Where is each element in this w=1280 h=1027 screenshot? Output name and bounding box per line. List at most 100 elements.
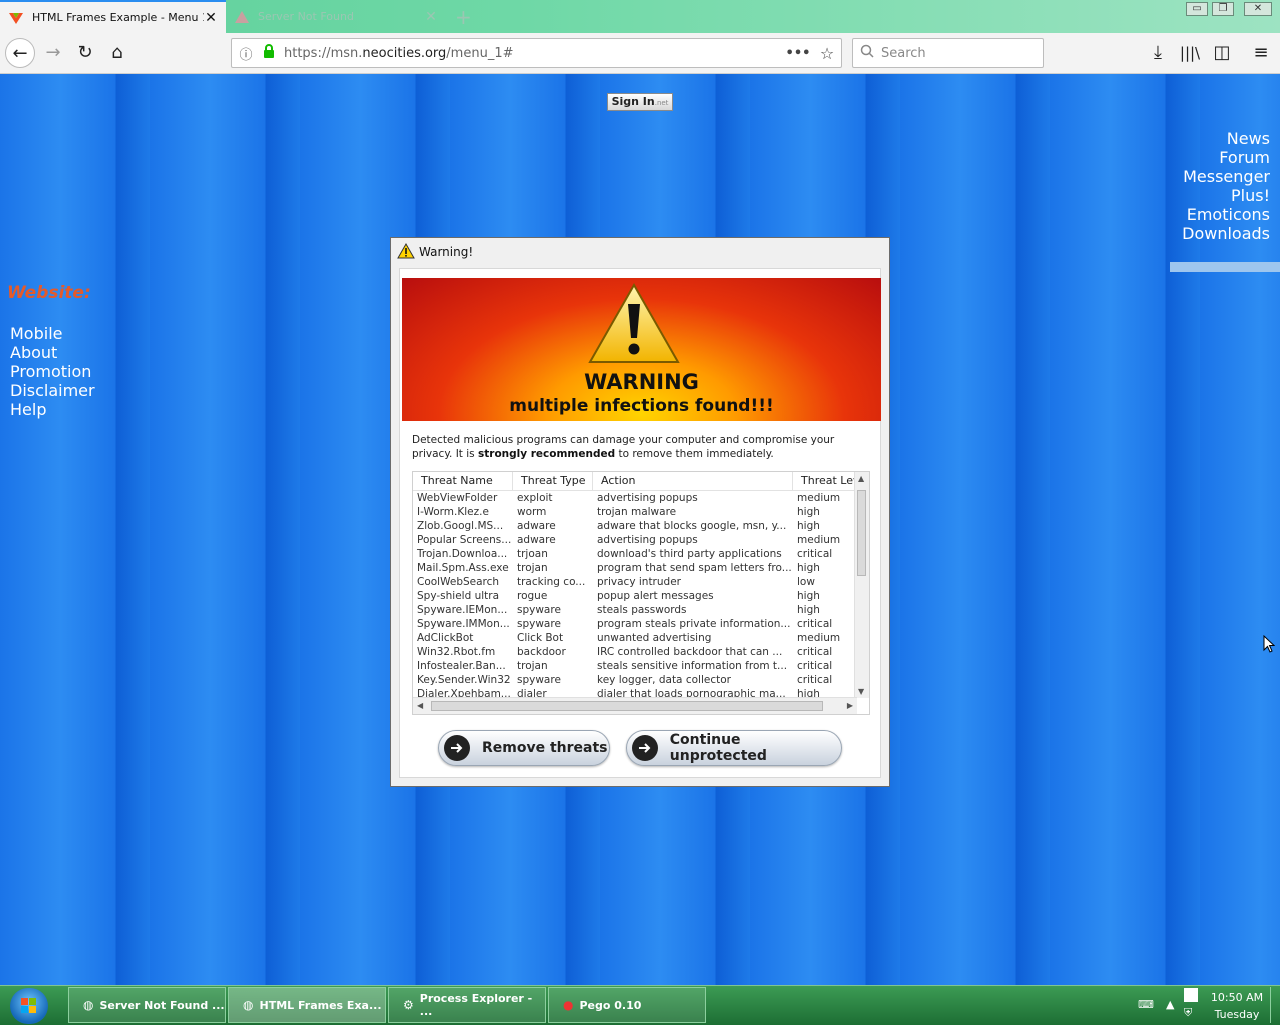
forward-arrow-icon[interactable]: →	[38, 38, 68, 68]
menu-link-plus[interactable]: Plus!	[1182, 186, 1270, 205]
column-action[interactable]: Action	[593, 472, 793, 490]
shield-icon[interactable]: ⛨	[1184, 1006, 1192, 1020]
home-icon[interactable]: ⌂	[102, 38, 132, 68]
threat-table[interactable]: Threat Name Threat Type Action Threat Le…	[412, 471, 870, 715]
info-icon[interactable]: ⓘ	[232, 44, 260, 63]
menu-link-about[interactable]: About	[10, 343, 95, 362]
firefox-icon: ◍	[83, 998, 94, 1012]
column-threat-type[interactable]: Threat Type	[513, 472, 593, 490]
cell-threat-name: Spyware.IMMon...	[417, 618, 510, 630]
cell-threat-level: critical	[797, 548, 833, 560]
table-row[interactable]: Zlob.Googl.MS... adware adware that blocks…	[413, 519, 869, 533]
menu-link-disclaimer[interactable]: Disclaimer	[10, 381, 95, 400]
remove-threats-button[interactable]: Remove threats	[438, 730, 610, 766]
column-threat-level[interactable]: Threat Leve	[793, 472, 857, 490]
process-explorer-icon: ⚙	[403, 998, 414, 1012]
horizontal-scroll-thumb[interactable]	[431, 701, 823, 711]
taskbar-item-html-frames[interactable]: ◍ HTML Frames Exa...	[228, 987, 386, 1023]
new-tab-plus-icon[interactable]: +	[455, 5, 472, 29]
tab-html-frames[interactable]: HTML Frames Example - Menu 1 ✕	[0, 0, 226, 33]
menu-link-news[interactable]: News	[1182, 129, 1270, 148]
horizontal-scrollbar[interactable]: ◀ ▶	[413, 697, 857, 714]
table-row[interactable]: Spyware.IEMon... spyware steals passwords h…	[413, 603, 869, 617]
taskbar-item-process-explorer[interactable]: ⚙ Process Explorer - ...	[388, 987, 546, 1023]
taskbar-item-pego[interactable]: ● Pego 0.10	[548, 987, 706, 1023]
window-close-icon[interactable]: ✕	[1244, 2, 1272, 16]
search-icon	[853, 44, 881, 62]
table-row[interactable]: Infostealer.Ban... trojan steals sensitive…	[413, 659, 869, 673]
arrow-right-icon	[444, 735, 470, 761]
cell-threat-level: critical	[797, 674, 833, 686]
signin-button[interactable]: Sign In.net	[607, 93, 673, 111]
dialog-title: Warning!	[419, 245, 474, 259]
menu-hamburger-icon[interactable]: ≡	[1246, 38, 1276, 68]
search-placeholder: Search	[881, 45, 926, 61]
restore-icon[interactable]: ❐	[1212, 2, 1234, 16]
cell-threat-type: trojan	[517, 660, 548, 672]
taskbar-label: HTML Frames Exa...	[259, 998, 382, 1012]
tab-title: Server Not Found	[258, 10, 354, 23]
cell-action: popup alert messages	[597, 590, 714, 602]
table-row[interactable]: Key.Sender.Win32 spyware key logger, data …	[413, 673, 869, 687]
cell-action: steals passwords	[597, 604, 687, 616]
start-button[interactable]	[10, 988, 48, 1024]
cell-action: trojan malware	[597, 506, 677, 518]
menu-link-mobile[interactable]: Mobile	[10, 324, 95, 343]
tab-close-icon[interactable]: ✕	[204, 10, 218, 26]
scroll-down-icon[interactable]: ▼	[858, 687, 864, 696]
table-row[interactable]: Mail.Spm.Ass.exe trojan program that send …	[413, 561, 869, 575]
page-actions-icon[interactable]: •••	[783, 46, 813, 61]
menu-link-promotion[interactable]: Promotion	[10, 362, 95, 381]
tray-expand-icon[interactable]: ▲	[1166, 998, 1174, 1011]
cell-action: steals sensitive information from t...	[597, 660, 788, 672]
taskbar-item-server-not-found[interactable]: ◍ Server Not Found ...	[68, 987, 226, 1023]
tab-server-not-found[interactable]: Server Not Found ✕	[226, 0, 446, 33]
address-bar[interactable]: ⓘ https://msn.neocities.org/menu_1# ••• …	[231, 38, 842, 68]
vertical-scroll-thumb[interactable]	[857, 490, 866, 576]
mouse-cursor-icon	[1263, 634, 1276, 656]
scroll-left-icon[interactable]: ◀	[417, 701, 423, 710]
neocities-favicon-icon	[8, 10, 24, 26]
cell-action: advertising popups	[597, 492, 698, 504]
table-row[interactable]: I-Worm.Klez.e worm trojan malware high	[413, 505, 869, 519]
menu-link-messenger[interactable]: Messenger	[1182, 167, 1270, 186]
warning-banner: WARNING multiple infections found!!!	[402, 278, 881, 421]
table-row[interactable]: Popular Screens... adware advertising popu…	[413, 533, 869, 547]
table-row[interactable]: Win32.Rbot.fm backdoor IRC controlled back…	[413, 645, 869, 659]
cell-threat-name: CoolWebSearch	[417, 576, 500, 588]
action-center-icon[interactable]	[1184, 988, 1198, 1002]
tab-close-icon[interactable]: ✕	[424, 9, 438, 25]
lock-icon[interactable]	[260, 44, 278, 62]
cell-threat-name: Mail.Spm.Ass.exe	[417, 562, 509, 574]
scroll-up-icon[interactable]: ▲	[858, 474, 864, 483]
bookmark-star-icon[interactable]: ☆	[813, 44, 841, 63]
scroll-right-icon[interactable]: ▶	[847, 701, 853, 710]
minimize-icon[interactable]: ▭	[1186, 2, 1208, 16]
search-input[interactable]: Search	[852, 38, 1044, 68]
download-icon[interactable]: ⤓	[1143, 38, 1173, 68]
table-row[interactable]: Spyware.IMMon... spyware program steals pr…	[413, 617, 869, 631]
cell-threat-name: Zlob.Googl.MS...	[417, 520, 504, 532]
table-row[interactable]: AdClickBot Click Bot unwanted advertising m…	[413, 631, 869, 645]
table-header: Threat Name Threat Type Action Threat Le…	[413, 472, 869, 491]
menu-link-help[interactable]: Help	[10, 400, 95, 419]
taskbar-label: Process Explorer - ...	[419, 992, 533, 1018]
table-row[interactable]: Spy-shield ultra rogue popup alert message…	[413, 589, 869, 603]
menu-link-emoticons[interactable]: Emoticons	[1182, 205, 1270, 224]
back-arrow-icon[interactable]: ←	[5, 38, 35, 68]
column-threat-name[interactable]: Threat Name	[413, 472, 513, 490]
show-desktop-button[interactable]	[1270, 987, 1280, 1023]
clock[interactable]: 10:50 AM Tuesday	[1206, 989, 1268, 1023]
table-row[interactable]: WebViewFolder exploit advertising popups me…	[413, 491, 869, 505]
vertical-scrollbar[interactable]: ▲ ▼	[854, 472, 869, 698]
table-row[interactable]: Trojan.Downloa... trjoan download's third …	[413, 547, 869, 561]
cell-threat-type: adware	[517, 520, 556, 532]
library-icon[interactable]: |||\	[1175, 38, 1205, 68]
table-row[interactable]: CoolWebSearch tracking co... privacy intru…	[413, 575, 869, 589]
menu-link-downloads[interactable]: Downloads	[1182, 224, 1270, 243]
sidebar-icon[interactable]: ◫	[1207, 38, 1237, 68]
keyboard-icon[interactable]: ⌨	[1138, 998, 1154, 1011]
reload-icon[interactable]: ↻	[70, 38, 100, 68]
continue-unprotected-button[interactable]: Continue unprotected	[626, 730, 842, 766]
menu-link-forum[interactable]: Forum	[1182, 148, 1270, 167]
